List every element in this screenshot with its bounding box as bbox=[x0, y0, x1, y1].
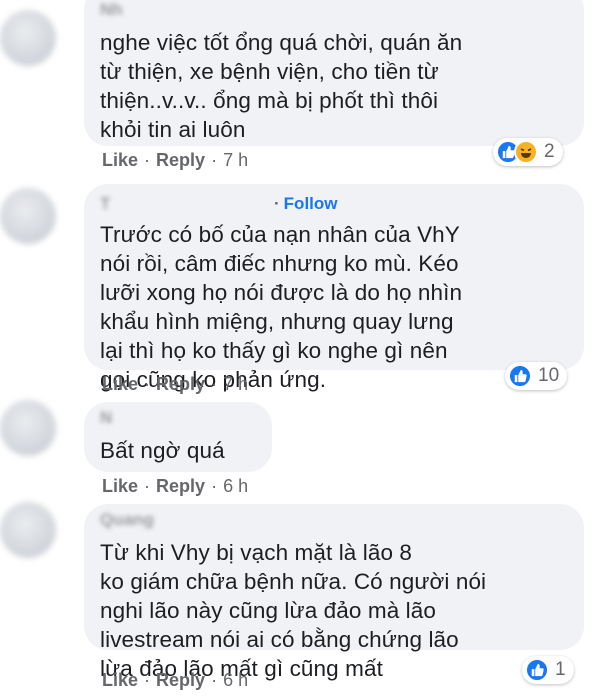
comment-text: Từ khi Vhy bị vạch mặt là lão 8 ko giám … bbox=[100, 538, 568, 683]
comment-actions: Like · Reply · 6 h bbox=[102, 476, 249, 497]
comment-bubble: Quang Từ khi Vhy bị vạch mặt là lão 8 ko… bbox=[84, 504, 584, 680]
reply-button[interactable]: Reply bbox=[156, 374, 205, 395]
comment-bubble: T · Follow Trước có bố của nạn nhân của Vh… bbox=[84, 184, 584, 392]
author-name[interactable]: Quang bbox=[100, 510, 154, 529]
haha-icon bbox=[514, 140, 538, 164]
reaction-summary[interactable]: 10 bbox=[505, 362, 568, 390]
avatar[interactable] bbox=[0, 400, 56, 456]
comment-actions: Like · Reply · 7 h bbox=[102, 374, 249, 395]
like-button[interactable]: Like bbox=[102, 476, 138, 497]
timestamp[interactable]: 7 h bbox=[223, 374, 248, 395]
like-icon bbox=[508, 364, 532, 388]
author-name[interactable]: Nh bbox=[100, 0, 123, 19]
like-button[interactable]: Like bbox=[102, 670, 138, 691]
like-icon bbox=[525, 658, 549, 682]
reaction-count: 2 bbox=[544, 141, 555, 162]
avatar[interactable] bbox=[0, 10, 56, 66]
like-button[interactable]: Like bbox=[102, 374, 138, 395]
comment-text: Bất ngờ quá bbox=[100, 438, 225, 463]
reply-button[interactable]: Reply bbox=[156, 476, 205, 497]
reply-button[interactable]: Reply bbox=[156, 150, 205, 171]
author-name[interactable]: N bbox=[100, 408, 230, 428]
comment-text: nghe việc tốt ổng quá chời, quán ăn từ t… bbox=[100, 30, 463, 142]
comment-bubble: Nh nghe việc tốt ổng quá chời, quán ăn t… bbox=[84, 0, 584, 146]
comment-author[interactable]: Nh bbox=[100, 0, 568, 22]
comment-actions: Like · Reply · 7 h bbox=[102, 150, 249, 171]
avatar[interactable] bbox=[0, 502, 56, 558]
comment-text: Trước có bố của nạn nhân của VhY nói rồi… bbox=[100, 222, 463, 392]
comment-actions: Like · Reply · 6 h bbox=[102, 670, 249, 691]
reaction-summary[interactable]: 2 bbox=[493, 138, 563, 166]
reaction-summary[interactable]: 1 bbox=[522, 656, 574, 684]
like-button[interactable]: Like bbox=[102, 150, 138, 171]
timestamp[interactable]: 6 h bbox=[223, 476, 248, 497]
timestamp[interactable]: 6 h bbox=[223, 670, 248, 691]
timestamp[interactable]: 7 h bbox=[223, 150, 248, 171]
comment-author: Quang bbox=[100, 510, 568, 532]
comment-text-start: Từ khi Vhy bị vạch mặt là lão 8 bbox=[100, 540, 413, 565]
reaction-count: 10 bbox=[538, 365, 560, 386]
comment-author: N bbox=[100, 408, 256, 430]
avatar[interactable] bbox=[0, 188, 56, 244]
comment-text-rest: ko giám chữa bệnh nữa. Có người nói nghi… bbox=[100, 569, 487, 681]
reaction-count: 1 bbox=[555, 659, 566, 680]
author-name[interactable]: T bbox=[100, 194, 270, 214]
comment-bubble: N Bất ngờ quá bbox=[84, 402, 272, 472]
reply-button[interactable]: Reply bbox=[156, 670, 205, 691]
follow-button[interactable]: Follow bbox=[284, 194, 338, 213]
comment-author: T · Follow bbox=[100, 194, 338, 214]
